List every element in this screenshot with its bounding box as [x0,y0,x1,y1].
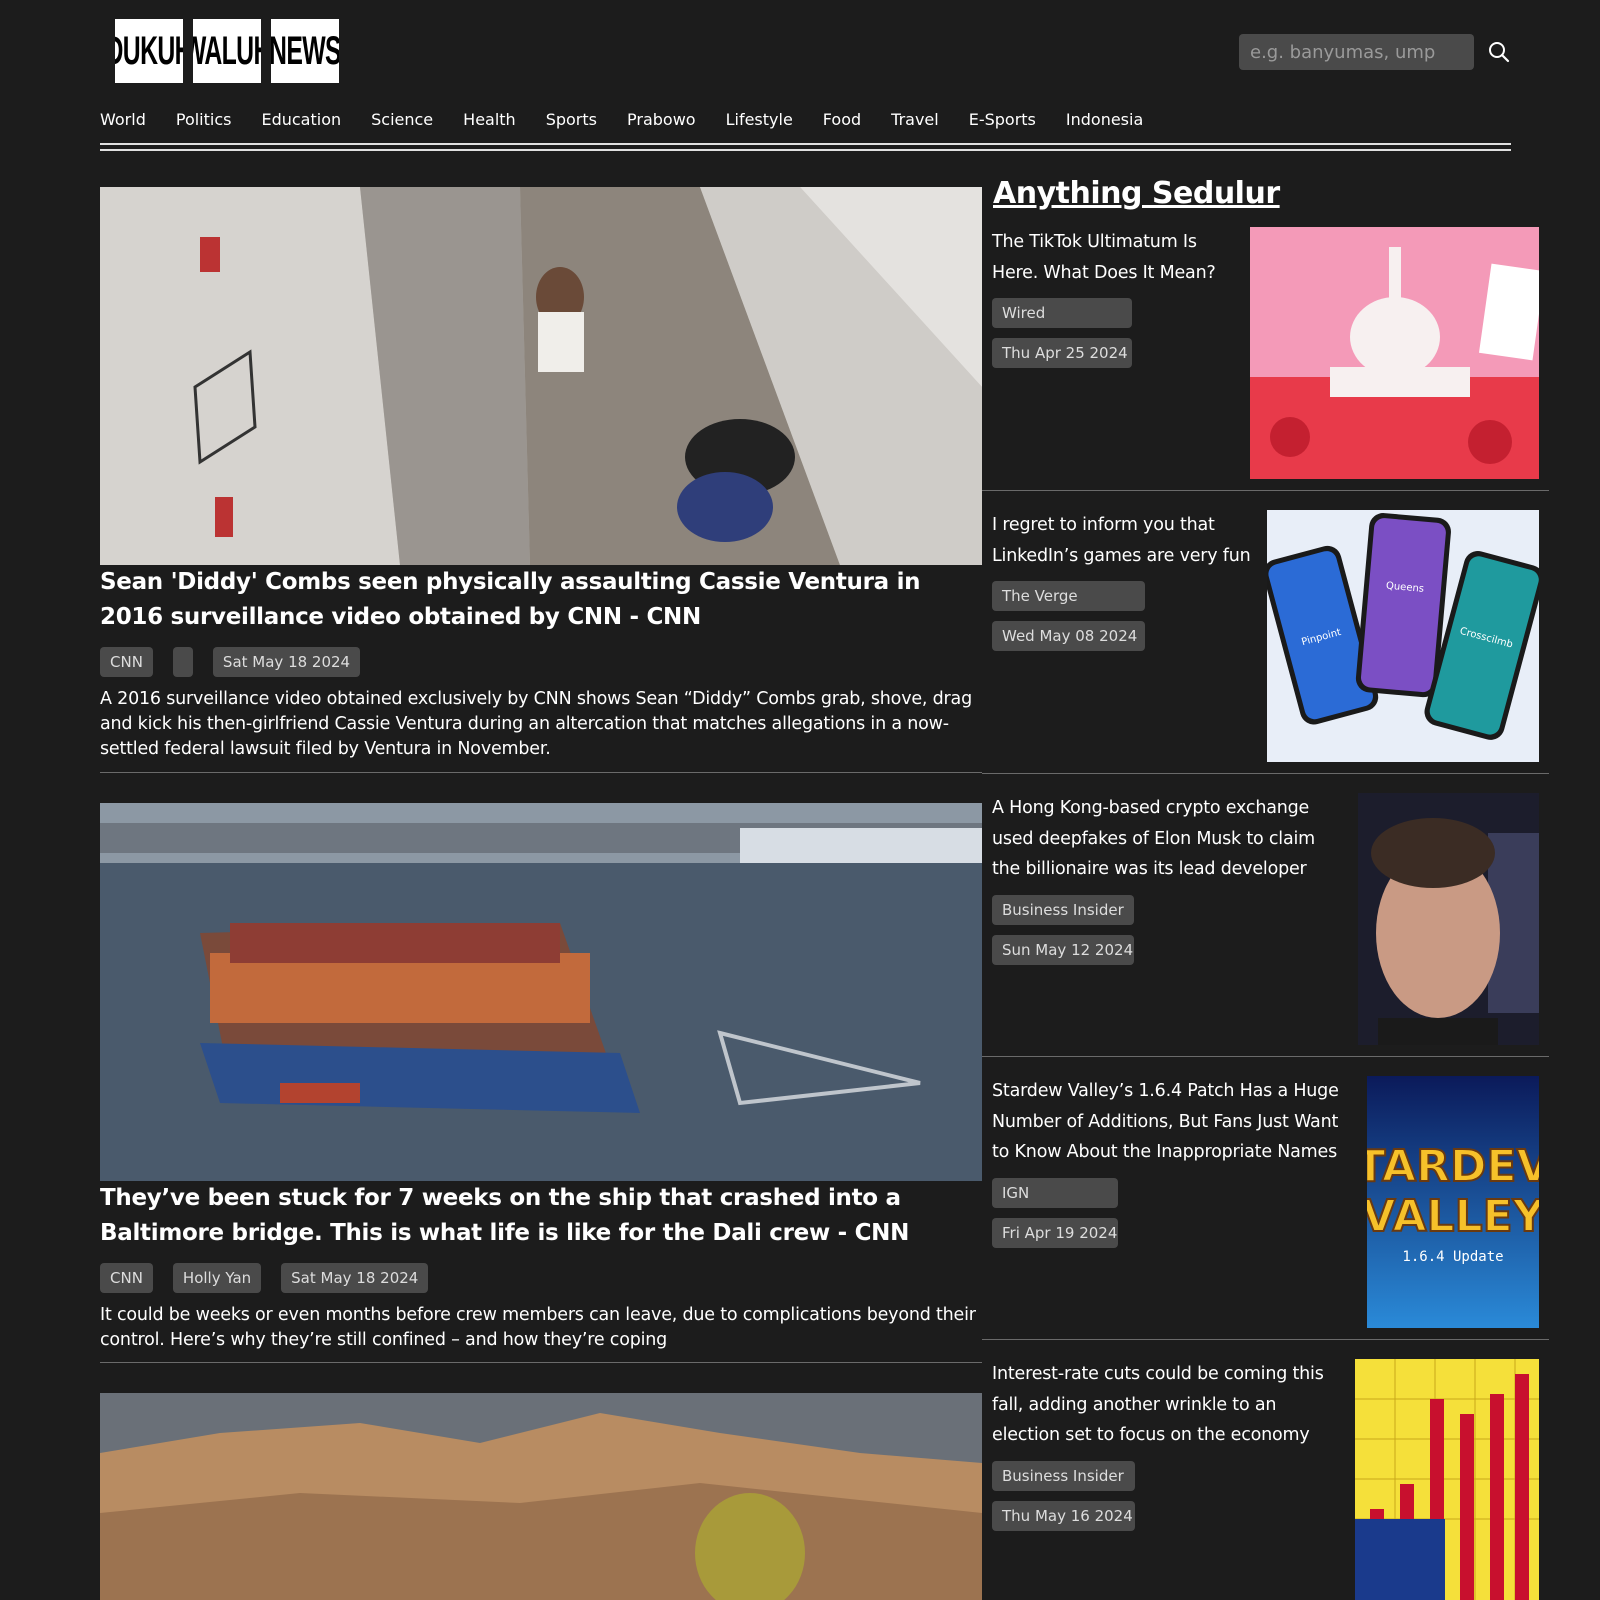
sidebar-divider [982,490,1549,491]
article-title[interactable]: Sean 'Diddy' Combs seen physically assau… [100,565,982,635]
sidebar-divider [982,1339,1549,1340]
nav-item-esports[interactable]: E-Sports [969,110,1036,129]
article-description: It could be weeks or even months before … [100,1305,976,1350]
source-badge: CNN [100,647,153,677]
nav-item-politics[interactable]: Politics [176,110,232,129]
nav-item-food[interactable]: Food [823,110,861,129]
category-nav: World Politics Education Science Health … [100,110,1173,129]
sidebar-heading[interactable]: Anything Sedulur [993,176,1280,211]
svg-text:VALLEY: VALLEY [1367,1191,1539,1242]
sidebar-divider [982,1056,1549,1057]
logo-part-2: WALUH [193,19,261,83]
date-badge: Thu May 16 2024 [992,1500,1135,1531]
sidebar-article-title[interactable]: A Hong Kong-based crypto exchange used d… [992,793,1337,885]
article-image-mountains[interactable] [100,1393,982,1600]
sidebar-article: A Hong Kong-based crypto exchange used d… [982,793,1549,1053]
nav-item-travel[interactable]: Travel [891,110,939,129]
sidebar-article-title[interactable]: Interest-rate cuts could be coming this … [992,1359,1342,1451]
nav-item-world[interactable]: World [100,110,146,129]
article-meta: CNN Holly Yan Sat May 18 2024 [100,1263,982,1293]
date-badge: Sun May 12 2024 [992,934,1134,965]
nav-item-prabowo[interactable]: Prabowo [627,110,696,129]
date-badge: Thu Apr 25 2024 [992,338,1132,368]
date-badge: Sat May 18 2024 [281,1263,429,1293]
sidebar-article: Interest-rate cuts could be coming this … [982,1359,1549,1600]
source-badge: IGN [992,1177,1118,1208]
source-badge: Wired [992,298,1132,328]
article-divider [100,772,982,773]
nav-item-lifestyle[interactable]: Lifestyle [726,110,793,129]
nav-item-science[interactable]: Science [371,110,433,129]
source-badge: CNN [100,1263,153,1293]
article-image-hallway[interactable] [100,187,982,565]
sidebar-article: The TikTok Ultimatum Is Here. What Does … [982,227,1549,487]
date-badge: Fri Apr 19 2024 [992,1217,1118,1248]
date-badge: Wed May 08 2024 [992,621,1145,651]
article-meta: CNN Sat May 18 2024 [100,647,982,677]
sidebar-image-portrait[interactable] [1358,793,1539,1045]
site-logo[interactable]: DUKUH WALUH NEWS [115,19,339,83]
author-badge: Holly Yan [172,1263,262,1293]
nav-item-sports[interactable]: Sports [546,110,597,129]
logo-part-3: NEWS [271,19,339,83]
sidebar-article-title[interactable]: The TikTok Ultimatum Is Here. What Does … [992,227,1232,288]
nav-item-education[interactable]: Education [261,110,341,129]
svg-text:1.6.4 Update: 1.6.4 Update [1402,1249,1503,1265]
author-badge [172,647,193,677]
sidebar-image-phones[interactable]: Pinpoint Queens Crosscilmb [1267,510,1539,762]
main-article: Sean 'Diddy' Combs seen physically assau… [100,187,982,762]
search-icon[interactable] [1487,40,1511,64]
source-badge: Business Insider [992,1460,1135,1491]
date-badge: Sat May 18 2024 [212,647,361,677]
article-title[interactable]: They’ve been stuck for 7 weeks on the sh… [100,1181,982,1251]
logo-part-1: DUKUH [115,19,183,83]
article-divider [100,1362,982,1363]
article-image-ship[interactable] [100,803,982,1181]
search-input[interactable] [1239,34,1474,70]
nav-divider [100,143,1511,145]
sidebar-article-text: Interest-rate cuts could be coming this … [992,1359,1342,1531]
sidebar-article-text: A Hong Kong-based crypto exchange used d… [992,793,1337,965]
nav-item-health[interactable]: Health [463,110,516,129]
sidebar-image-stardew[interactable]: TARDEV VALLEY 1.6.4 Update [1367,1076,1539,1328]
sidebar-divider [982,773,1549,774]
sidebar-image-rates-chart[interactable] [1355,1359,1539,1600]
main-article: They’ve been stuck for 7 weeks on the sh… [100,803,982,1353]
sidebar-article-title[interactable]: Stardew Valley’s 1.6.4 Patch Has a Huge … [992,1076,1352,1168]
sidebar-article-text: The TikTok Ultimatum Is Here. What Does … [992,227,1232,368]
svg-text:TARDEV: TARDEV [1367,1141,1539,1192]
nav-divider [100,149,1511,151]
sidebar-article: I regret to inform you that LinkedIn’s g… [982,510,1549,770]
source-badge: The Verge [992,581,1145,611]
sidebar-article-text: Stardew Valley’s 1.6.4 Patch Has a Huge … [992,1076,1352,1248]
source-badge: Business Insider [992,894,1134,925]
article-description: A 2016 surveillance video obtained exclu… [100,689,972,759]
nav-item-indonesia[interactable]: Indonesia [1066,110,1143,129]
sidebar-article-title[interactable]: I regret to inform you that LinkedIn’s g… [992,510,1257,571]
sidebar-image-capitol[interactable] [1250,227,1539,479]
sidebar-article-text: I regret to inform you that LinkedIn’s g… [992,510,1257,651]
sidebar-article: Stardew Valley’s 1.6.4 Patch Has a Huge … [982,1076,1549,1336]
